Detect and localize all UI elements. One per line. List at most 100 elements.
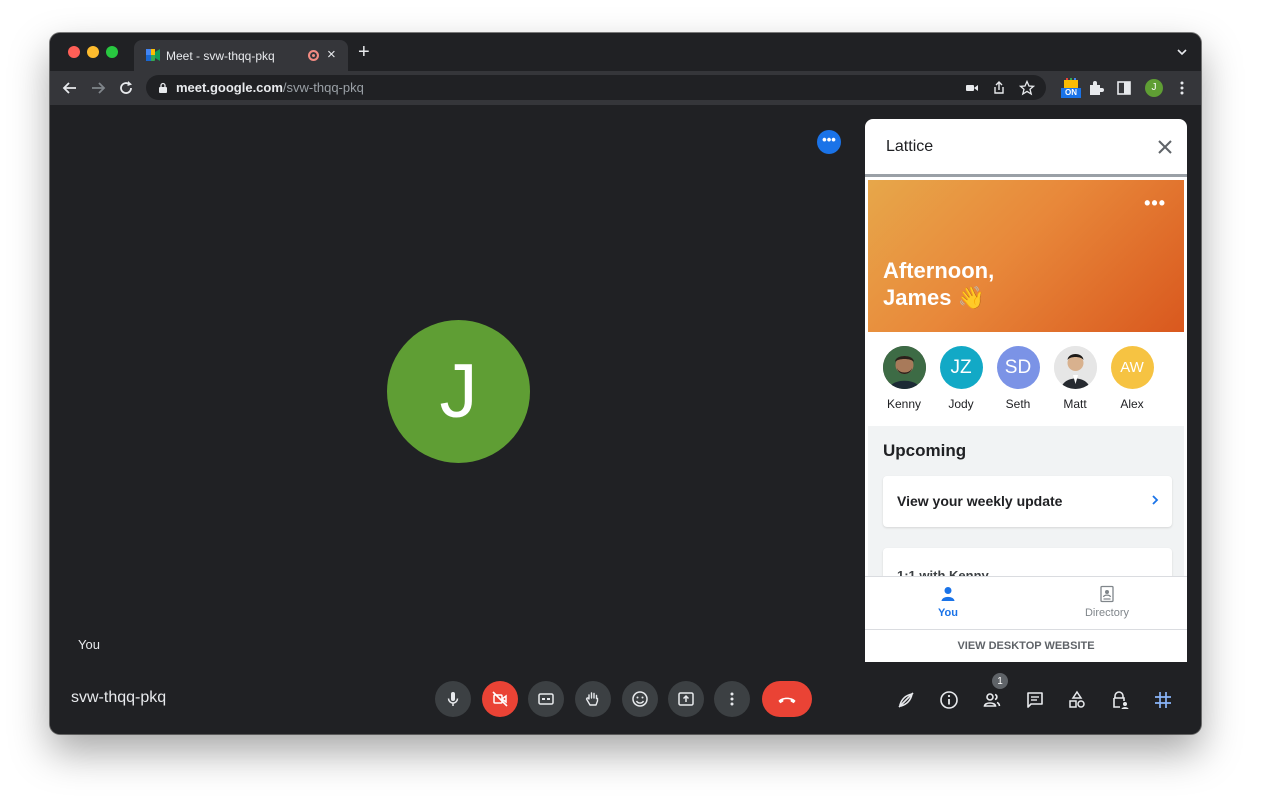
meeting-code: svw-thqq-pkq (71, 689, 167, 706)
raise-hand-button[interactable] (575, 681, 611, 717)
reload-icon[interactable] (116, 78, 136, 98)
profile-avatar[interactable]: J (1145, 79, 1163, 97)
person-kenny[interactable]: Kenny (876, 346, 932, 411)
person-alex[interactable]: AW Alex (1104, 346, 1160, 411)
extensions-puzzle-icon[interactable] (1087, 79, 1105, 97)
meet-favicon-icon (146, 49, 160, 61)
person-name: Alex (1120, 397, 1144, 411)
person-photo-icon (882, 346, 926, 389)
panel-header: Lattice (865, 119, 1187, 177)
avatar (1053, 346, 1097, 389)
greeting-banner: ••• Afternoon, James 👋 (868, 180, 1184, 332)
kebab-menu-icon[interactable] (1173, 79, 1191, 97)
reactions-button[interactable] (622, 681, 658, 717)
lock-icon[interactable] (158, 82, 168, 93)
greeting-line-1: Afternoon, (883, 258, 995, 283)
extension-badge: ON (1061, 88, 1081, 98)
hashtag-grid-icon (1155, 692, 1171, 708)
shapes-icon (1069, 690, 1085, 708)
chat-button[interactable] (1024, 689, 1046, 711)
tile-more-options-button[interactable]: ••• (817, 130, 841, 154)
meet-stage: ••• J You svw-thqq-pkq 1 Lattice ••• Aft… (50, 105, 1201, 734)
browser-toolbar: meet.google.com/svw-thqq-pkq ON J (50, 71, 1201, 105)
tab-title: Meet - svw-thqq-pkq (166, 49, 275, 63)
people-icon (983, 693, 1001, 707)
url-text[interactable]: meet.google.com/svw-thqq-pkq (176, 80, 364, 95)
person-jody[interactable]: JZ Jody (933, 346, 989, 411)
tab-you[interactable]: You (888, 585, 1008, 619)
one-on-one-label: 1:1 with Kenny (897, 568, 989, 576)
bookmark-star-icon[interactable] (1019, 80, 1035, 96)
self-tile-label: You (78, 637, 100, 652)
microphone-icon (447, 692, 459, 706)
person-name: Jody (948, 397, 974, 411)
captions-button[interactable] (528, 681, 564, 717)
url-path: /svw-thqq-pkq (282, 80, 364, 95)
person-icon (941, 587, 955, 601)
side-panel-icon[interactable] (1115, 79, 1133, 97)
view-desktop-website-link[interactable]: VIEW DESKTOP WEBSITE (865, 629, 1187, 662)
avatar: AW (1110, 346, 1154, 389)
weekly-update-card[interactable]: View your weekly update (883, 476, 1172, 527)
camera-in-use-icon[interactable] (964, 80, 980, 96)
hand-icon (585, 692, 599, 706)
chevron-down-icon[interactable] (1177, 47, 1187, 57)
directory-icon (1100, 585, 1114, 603)
person-matt[interactable]: Matt (1047, 346, 1103, 411)
emoji-icon (632, 691, 648, 707)
greeting-line-2: James 👋 (883, 285, 986, 310)
leave-call-button[interactable] (762, 681, 812, 717)
banner-more-button[interactable]: ••• (1144, 194, 1166, 212)
tab-strip: Meet - svw-thqq-pkq × + (50, 33, 1201, 71)
one-on-one-card[interactable]: 1:1 with Kenny (883, 548, 1172, 576)
camera-off-icon (492, 691, 508, 707)
upcoming-section: Upcoming View your weekly update 1:1 wit… (868, 426, 1184, 576)
hang-up-icon (778, 697, 796, 704)
browser-window: Meet - svw-thqq-pkq × + meet.google.com/… (50, 33, 1201, 734)
tab-directory[interactable]: Directory (1047, 585, 1167, 619)
panel-title: Lattice (886, 138, 934, 155)
person-photo-icon (1053, 346, 1097, 389)
close-window-button[interactable] (68, 46, 80, 58)
people-button[interactable] (981, 689, 1003, 711)
forward-arrow-icon[interactable] (88, 78, 108, 98)
participant-avatar: J (387, 320, 530, 463)
meeting-details-button[interactable] (938, 689, 960, 711)
new-tab-button[interactable]: + (358, 42, 370, 62)
panel-tab-bar: You Directory (865, 576, 1187, 629)
host-controls-button[interactable] (1109, 689, 1131, 711)
apps-button[interactable] (895, 689, 917, 711)
participant-count-badge: 1 (991, 672, 1009, 690)
chat-icon (1027, 692, 1043, 708)
people-row: Kenny JZ Jody SD Seth Matt AW Alex (868, 332, 1184, 426)
tab-meet[interactable]: Meet - svw-thqq-pkq × (134, 40, 348, 71)
avatar: JZ (939, 346, 983, 389)
person-name: Seth (1005, 397, 1031, 411)
activities-button[interactable] (1066, 689, 1088, 711)
extension-on-icon[interactable]: ON (1061, 78, 1081, 98)
microphone-button[interactable] (435, 681, 471, 717)
zoom-window-button[interactable] (106, 46, 118, 58)
minimize-window-button[interactable] (87, 46, 99, 58)
recording-indicator-icon (308, 50, 319, 61)
present-screen-button[interactable] (668, 681, 704, 717)
more-options-button[interactable] (714, 681, 750, 717)
tab-close-button[interactable]: × (327, 46, 336, 64)
upcoming-title: Upcoming (883, 441, 967, 460)
person-name: Kenny (886, 397, 922, 411)
present-screen-icon (678, 692, 694, 706)
lattice-side-panel: Lattice ••• Afternoon, James 👋 Kenny JZ … (865, 119, 1187, 662)
address-bar[interactable]: meet.google.com/svw-thqq-pkq (146, 75, 1046, 100)
closed-captions-icon (538, 693, 554, 705)
close-icon[interactable] (1155, 137, 1175, 157)
back-arrow-icon[interactable] (60, 78, 80, 98)
weekly-update-label: View your weekly update (897, 493, 1063, 509)
activities-grid-button[interactable] (1152, 689, 1174, 711)
avatar: SD (996, 346, 1040, 389)
person-name: Matt (1063, 397, 1087, 411)
tab-directory-label: Directory (1084, 607, 1129, 619)
camera-off-button[interactable] (482, 681, 518, 717)
greeting-text: Afternoon, James 👋 (883, 257, 994, 311)
share-icon[interactable] (991, 80, 1007, 96)
person-seth[interactable]: SD Seth (990, 346, 1046, 411)
